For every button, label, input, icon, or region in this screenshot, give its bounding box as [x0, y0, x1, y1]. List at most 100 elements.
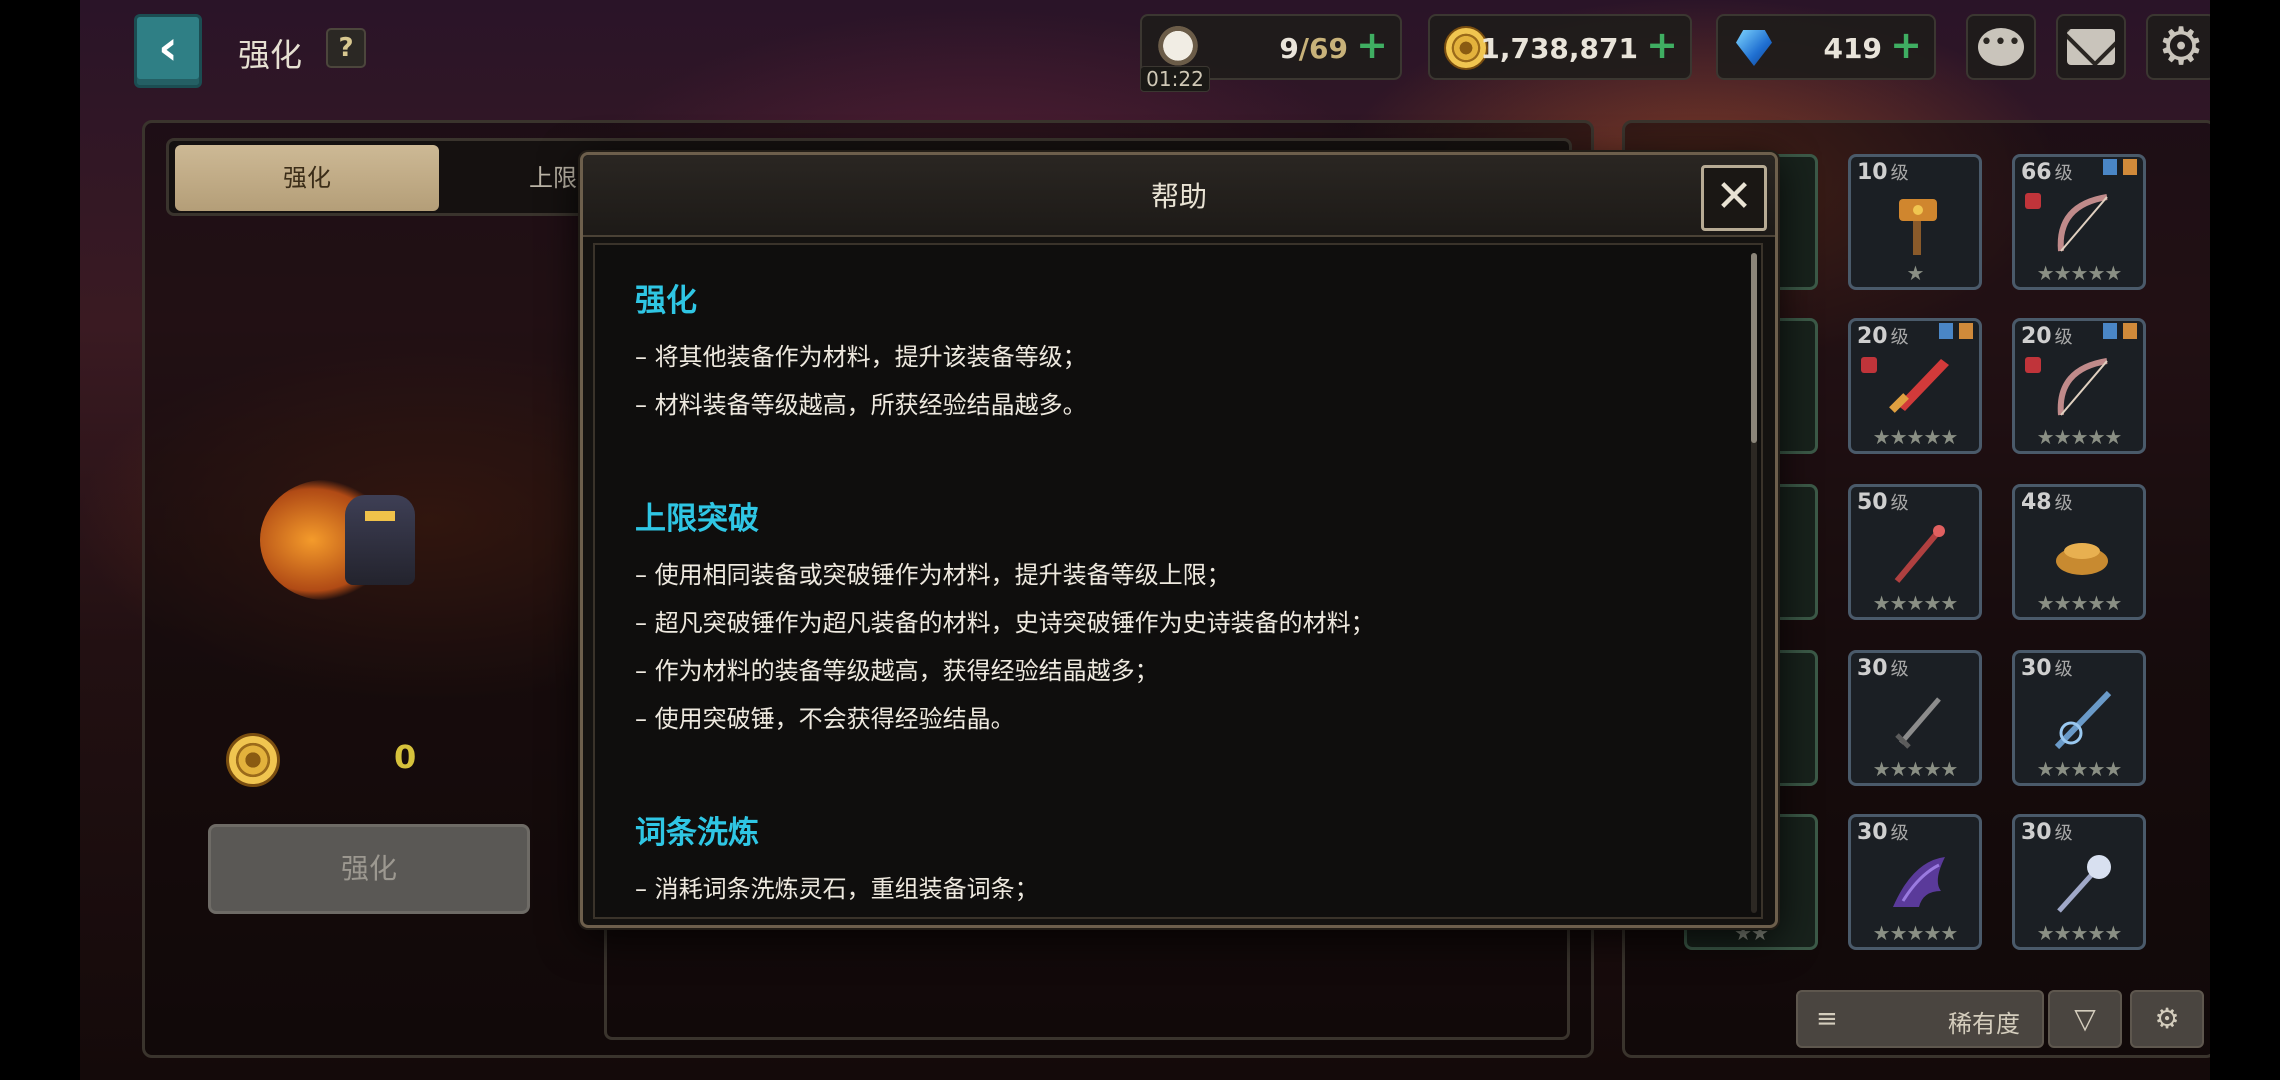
letterbox-left: [0, 0, 80, 1080]
wand-icon: [2057, 855, 2111, 913]
settings-button[interactable]: ⚙: [2146, 14, 2216, 80]
filter-button[interactable]: ⚙: [2130, 990, 2204, 1048]
slot-stars: ★★★★★: [1872, 757, 1959, 781]
slot-stars: ★★★★★: [1872, 425, 1959, 449]
sort-rarity-button[interactable]: ≡ 稀有度: [1796, 990, 2044, 1048]
dagger-icon: [1895, 697, 1941, 749]
scrollbar[interactable]: [1751, 253, 1757, 913]
inventory-slot[interactable]: 48 级 ★★★★★: [2012, 484, 2146, 620]
inventory-slot[interactable]: 10 级 ★: [1848, 154, 1982, 290]
chat-button[interactable]: [1966, 14, 2036, 80]
sort-label: 稀有度: [1948, 1010, 2020, 1038]
hero-character: [250, 460, 460, 620]
dialog-header: 帮助 ✕: [583, 155, 1775, 237]
triangle-down-icon: ▽: [2074, 1002, 2096, 1035]
tab-enhance[interactable]: 强化: [175, 145, 439, 211]
gear-icon: ⚙: [2157, 17, 2205, 77]
slot-stars: ★★★★★: [1872, 921, 1959, 945]
help-content[interactable]: 强化 – 将其他装备作为材料，提升该装备等级； – 材料装备等级越高，所获经验结…: [593, 243, 1763, 919]
slot-level: 10 级: [1857, 160, 1909, 185]
slot-level: 30 级: [2021, 656, 2073, 681]
inventory-slot[interactable]: 30 级 ★★★★★: [2012, 650, 2146, 786]
slot-level: 50 级: [1857, 490, 1909, 515]
enhance-button[interactable]: 强化: [208, 824, 530, 914]
blue-gem-icon: [1732, 26, 1776, 70]
mail-icon: [2067, 29, 2115, 65]
help-line: – 使用突破锤，不会获得经验结晶。: [635, 705, 1015, 733]
help-line: – 作为材料的装备等级越高，获得经验结晶越多；: [635, 657, 1159, 685]
back-button[interactable]: ‹: [134, 14, 202, 88]
close-button[interactable]: ✕: [1701, 165, 1767, 231]
back-arrow-icon: ‹: [158, 20, 178, 76]
lock-icon: [1861, 357, 1877, 373]
help-line: – 将其他装备作为材料，提升该装备等级；: [635, 343, 1087, 371]
help-button[interactable]: ?: [326, 28, 366, 68]
slot-level: 30 级: [1857, 656, 1909, 681]
slot-stars: ★★★★★: [2036, 261, 2123, 285]
spear-icon: [2054, 690, 2112, 750]
inventory-slot[interactable]: 66 级 ★★★★★: [2012, 154, 2146, 290]
gold-value: 1,738,871: [1480, 32, 1638, 65]
sliders-icon: ⚙: [2154, 1002, 2180, 1035]
slot-level: 30 级: [1857, 820, 1909, 845]
basket-icon: [2056, 543, 2108, 575]
inventory-slot[interactable]: 50 级 ★★★★★: [1848, 484, 1982, 620]
sort-order-button[interactable]: ▽: [2048, 990, 2122, 1048]
slot-level: 20 级: [1857, 324, 1909, 349]
slot-level: 66 级: [2021, 160, 2073, 185]
scroll-thumb[interactable]: [1751, 253, 1757, 443]
enhance-cost-value: 0: [394, 738, 417, 776]
wing-icon: [1893, 857, 1945, 907]
bow-icon: [2057, 358, 2108, 416]
inventory-slot[interactable]: 30 级 ★★★★★: [1848, 814, 1982, 950]
equip-flag-icon: [1939, 323, 1973, 341]
staff-icon: [1894, 525, 1945, 583]
help-line: – 消耗词条洗炼灵石，重组装备词条；: [635, 875, 1039, 903]
help-line: – 材料装备等级越高，所获经验结晶越多。: [635, 391, 1087, 419]
inventory-slot[interactable]: 20 级 ★★★★★: [2012, 318, 2146, 454]
cost-coin-icon: [226, 733, 280, 787]
letterbox-right: [2210, 0, 2280, 1080]
slot-stars: ★★★★★: [2036, 425, 2123, 449]
slot-level: 48 级: [2021, 490, 2073, 515]
gold-counter: 1,738,871 +: [1428, 14, 1692, 80]
add-stamina-button[interactable]: +: [1356, 26, 1388, 64]
slot-stars: ★★★★★: [1872, 591, 1959, 615]
inventory-slot[interactable]: 30 级 ★★★★★: [2012, 814, 2146, 950]
help-dialog: 帮助 ✕ 强化 – 将其他装备作为材料，提升该装备等级； – 材料装备等级越高，…: [580, 152, 1778, 928]
sword-icon: [1889, 359, 1949, 413]
section-title: 强化: [635, 283, 697, 319]
bow-icon: [2057, 194, 2108, 252]
page-title: 强化: [238, 36, 303, 74]
hammer-icon: [1899, 199, 1937, 255]
dialog-title: 帮助: [1150, 180, 1207, 213]
add-gold-button[interactable]: +: [1646, 26, 1678, 64]
mail-button[interactable]: [2056, 14, 2126, 80]
help-line: – 使用相同装备或突破锤作为材料，提升装备等级上限；: [635, 561, 1231, 589]
sort-lines-icon: ≡: [1816, 1004, 1838, 1034]
equip-flag-icon: [2103, 159, 2137, 177]
lock-icon: [2025, 193, 2041, 209]
add-gems-button[interactable]: +: [1890, 26, 1922, 64]
slot-stars: ★★★★★: [2036, 757, 2123, 781]
section-title: 词条洗炼: [635, 815, 759, 851]
stamina-timer: 01:22: [1140, 66, 1210, 92]
inventory-slot[interactable]: 20 级 ★★★★★: [1848, 318, 1982, 454]
inventory-slot[interactable]: 30 级 ★★★★★: [1848, 650, 1982, 786]
gem-counter: 419 +: [1716, 14, 1936, 80]
hero-body: [345, 495, 415, 585]
stamina-current: 9: [1279, 32, 1299, 65]
equip-flag-icon: [2103, 323, 2137, 341]
coffee-cup-icon: [1156, 26, 1200, 70]
slot-level: 30 级: [2021, 820, 2073, 845]
slot-level: 20 级: [2021, 324, 2073, 349]
slot-stars: ★★★★★: [2036, 921, 2123, 945]
help-line: – 超凡突破锤作为超凡装备的材料，史诗突破锤作为史诗装备的材料；: [635, 609, 1375, 637]
section-title: 上限突破: [635, 501, 759, 537]
slot-stars: ★: [1906, 261, 1925, 285]
lock-icon: [2025, 357, 2041, 373]
stamina-max: /69: [1298, 32, 1348, 65]
gem-value: 419: [1823, 32, 1882, 65]
chat-bubble-icon: [1978, 28, 2024, 66]
stamina-value: 9/69: [1279, 32, 1348, 65]
